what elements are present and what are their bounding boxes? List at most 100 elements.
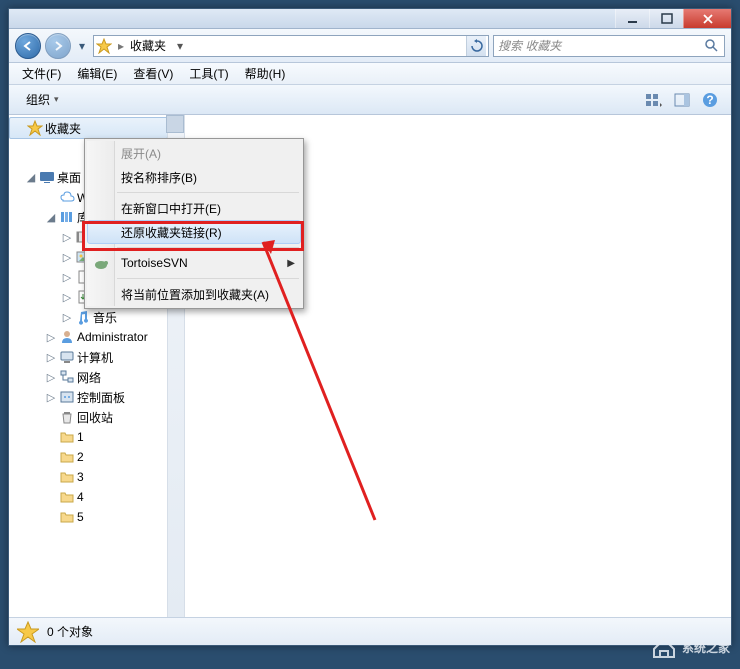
control-panel-icon (59, 389, 75, 405)
star-icon (17, 621, 39, 643)
menu-tools[interactable]: 工具(T) (182, 63, 235, 84)
folder-icon (59, 509, 75, 525)
network-icon (59, 369, 75, 385)
search-placeholder: 搜索 收藏夹 (498, 37, 561, 54)
expand-icon[interactable]: ◢ (45, 211, 57, 224)
title-bar (9, 9, 731, 29)
tree-label: 1 (77, 430, 84, 444)
expand-icon[interactable]: ▷ (61, 311, 73, 324)
menu-bar: 文件(F) 编辑(E) 查看(V) 工具(T) 帮助(H) (9, 63, 731, 85)
expand-icon[interactable]: ▷ (45, 391, 57, 404)
organize-button[interactable]: 组织 ▾ (17, 87, 68, 112)
status-text: 0 个对象 (47, 623, 93, 640)
tree-recycle-bin[interactable]: 回收站 (9, 407, 168, 427)
refresh-button[interactable] (466, 36, 486, 56)
tree-administrator[interactable]: ▷ Administrator (9, 327, 168, 347)
tree-folder-4[interactable]: 4 (9, 487, 168, 507)
expand-icon[interactable]: ▷ (61, 231, 73, 244)
submenu-arrow-icon: ▶ (287, 258, 295, 269)
view-options-button[interactable] (641, 89, 667, 111)
ctx-expand: 展开(A) (87, 141, 301, 165)
expand-icon[interactable]: ▷ (61, 271, 73, 284)
tree-label: 收藏夹 (45, 120, 81, 137)
nav-history-dropdown[interactable]: ▾ (75, 36, 89, 56)
music-icon (75, 309, 91, 325)
folder-icon (59, 489, 75, 505)
house-icon (650, 635, 678, 659)
tree-folder-5[interactable]: 5 (9, 507, 168, 527)
maximize-button[interactable] (649, 9, 683, 28)
chevron-down-icon: ▾ (54, 94, 59, 105)
ctx-add-current-location[interactable]: 将当前位置添加到收藏夹(A) (87, 282, 301, 306)
ctx-open-new-window[interactable]: 在新窗口中打开(E) (87, 196, 301, 220)
library-icon (59, 209, 75, 225)
favorites-icon (96, 38, 112, 54)
menu-help[interactable]: 帮助(H) (238, 63, 293, 84)
help-button[interactable]: ? (697, 89, 723, 111)
tree-label: 网络 (77, 369, 101, 386)
tree-label: 2 (77, 450, 84, 464)
tree-label: 桌面 (57, 169, 81, 186)
desktop-icon (39, 169, 55, 185)
tree-folder-2[interactable]: 2 (9, 447, 168, 467)
expand-icon[interactable]: ◢ (25, 171, 37, 184)
tree-label: 控制面板 (77, 389, 125, 406)
recycle-icon (59, 409, 75, 425)
tortoise-icon (93, 255, 109, 271)
search-box[interactable]: 搜索 收藏夹 (493, 35, 725, 57)
tree-music[interactable]: ▷ 音乐 (9, 307, 168, 327)
breadcrumb-separator: ▸ (118, 39, 124, 53)
address-dropdown[interactable]: ▾ (172, 39, 188, 53)
nav-bar: ▾ ▸ 收藏夹 ▾ 搜索 收藏夹 (9, 29, 731, 63)
user-icon (59, 329, 75, 345)
folder-icon (59, 469, 75, 485)
tree-control-panel[interactable]: ▷ 控制面板 (9, 387, 168, 407)
tree-folder-3[interactable]: 3 (9, 467, 168, 487)
address-bar[interactable]: ▸ 收藏夹 ▾ (93, 35, 489, 57)
organize-label: 组织 (26, 91, 50, 108)
ctx-sort-by-name[interactable]: 按名称排序(B) (87, 165, 301, 189)
separator (117, 192, 299, 193)
ctx-tortoisesvn[interactable]: TortoiseSVN ▶ (87, 251, 301, 275)
status-bar: 0 个对象 (9, 617, 731, 645)
tree-label: Administrator (77, 330, 148, 344)
menu-file[interactable]: 文件(F) (15, 63, 68, 84)
star-icon (27, 120, 43, 136)
expand-icon[interactable]: ▷ (61, 291, 73, 304)
tree-label: 计算机 (77, 349, 113, 366)
minimize-button[interactable] (615, 9, 649, 28)
close-button[interactable] (683, 9, 731, 28)
tree-label: 回收站 (77, 409, 113, 426)
search-icon (704, 38, 720, 54)
tree-label: 音乐 (93, 309, 117, 326)
tree-label: 5 (77, 510, 84, 524)
expand-icon[interactable]: ▷ (45, 331, 57, 344)
folder-icon (59, 429, 75, 445)
explorer-window: ▾ ▸ 收藏夹 ▾ 搜索 收藏夹 文件(F) 编辑(E) 查看(V) 工具(T)… (8, 8, 732, 646)
context-menu: 展开(A) 按名称排序(B) 在新窗口中打开(E) 还原收藏夹链接(R) Tor… (84, 138, 304, 309)
command-bar: 组织 ▾ ? (9, 85, 731, 115)
tree-network[interactable]: ▷ 网络 (9, 367, 168, 387)
cloud-icon (59, 189, 75, 205)
separator (117, 247, 299, 248)
menu-view[interactable]: 查看(V) (126, 63, 180, 84)
menu-edit[interactable]: 编辑(E) (70, 63, 124, 84)
tree-computer[interactable]: ▷ 计算机 (9, 347, 168, 367)
tree-label: 4 (77, 490, 84, 504)
watermark: 系统之家 (650, 635, 730, 659)
back-button[interactable] (15, 33, 41, 59)
computer-icon (59, 349, 75, 365)
expand-icon[interactable]: ▷ (45, 371, 57, 384)
folder-icon (59, 449, 75, 465)
breadcrumb-location[interactable]: 收藏夹 (130, 37, 166, 54)
forward-button[interactable] (45, 33, 71, 59)
separator (117, 278, 299, 279)
expand-icon[interactable]: ▷ (61, 251, 73, 264)
watermark-text: 系统之家 (682, 639, 730, 656)
preview-pane-button[interactable] (669, 89, 695, 111)
tree-label: 3 (77, 470, 84, 484)
tree-folder-1[interactable]: 1 (9, 427, 168, 447)
expand-icon[interactable]: ▷ (45, 351, 57, 364)
tree-favorites[interactable]: 收藏夹 (9, 117, 168, 139)
ctx-restore-favorite-links[interactable]: 还原收藏夹链接(R) (87, 220, 301, 244)
